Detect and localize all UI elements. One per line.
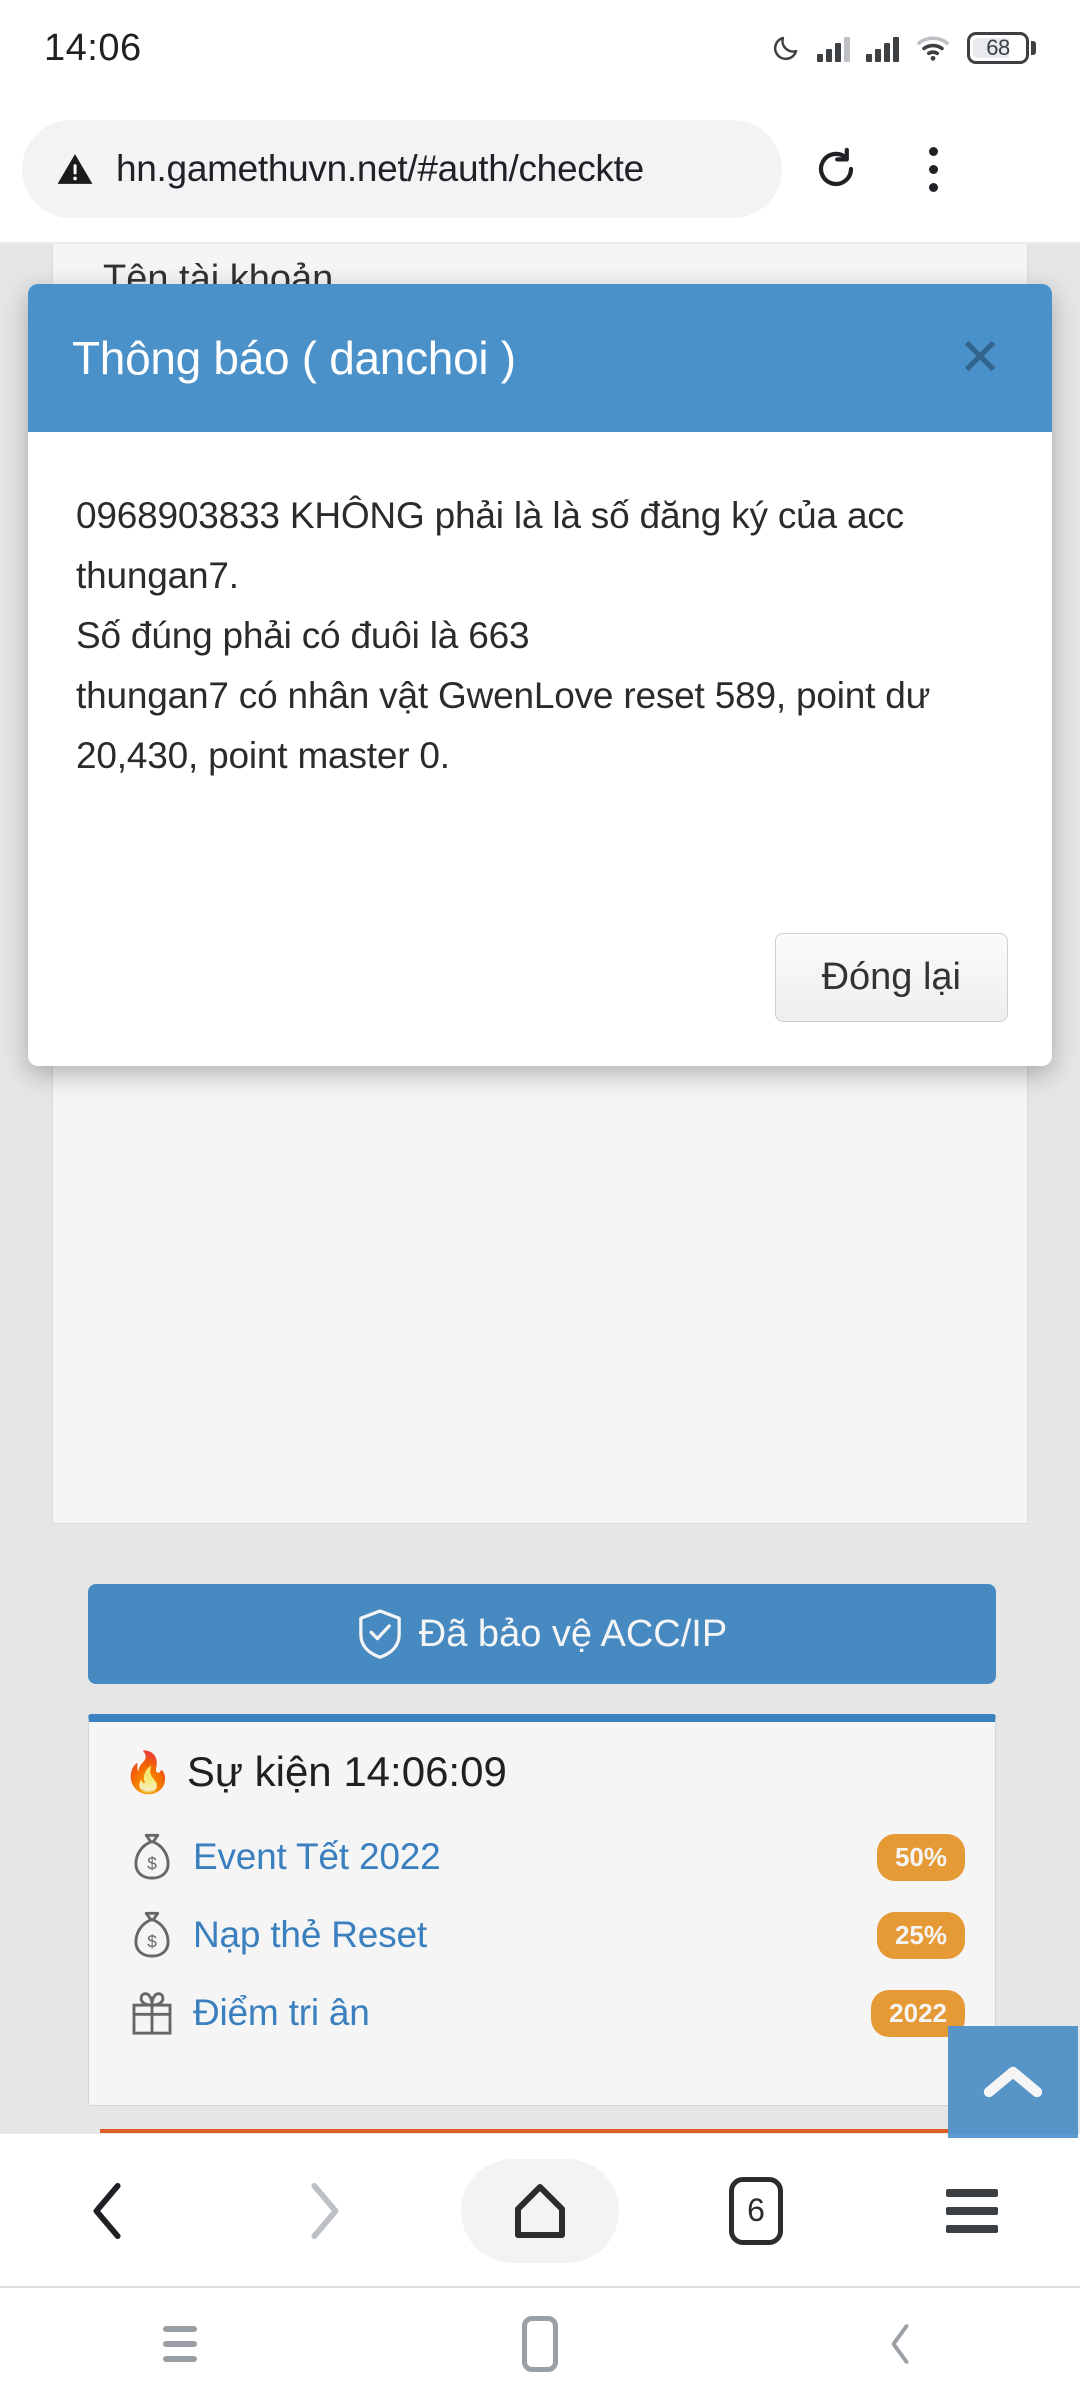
signal-icon [817, 34, 850, 62]
gift-icon [132, 1992, 172, 2035]
status-badge: 50% [876, 1833, 965, 1881]
browser-menu-bottom-button[interactable] [864, 2135, 1080, 2287]
reload-button[interactable] [782, 145, 890, 193]
status-bar-clock: 14:06 [44, 26, 142, 69]
event-link[interactable]: Điểm tri ân [193, 1992, 871, 2034]
phone-screen: 14:06 68 hn.gamethuvn.net/#auth/checkte … [0, 0, 1080, 2400]
browser-bottom-bar: 6 [0, 2134, 1080, 2286]
list-item[interactable]: Điểm tri ân 2022 [89, 1974, 995, 2052]
menu-line [946, 2206, 998, 2215]
android-back-button[interactable] [720, 2322, 1080, 2366]
list-item[interactable]: $ Event Tết 2022 50% [89, 1818, 995, 1896]
battery-icon: 68 [967, 32, 1036, 64]
moon-icon [773, 36, 798, 61]
browser-menu-button[interactable] [890, 146, 976, 192]
scroll-to-top-button[interactable] [948, 2026, 1078, 2138]
browser-toolbar: hn.gamethuvn.net/#auth/checkte [0, 96, 1080, 242]
modal-title: Thông báo ( danchoi ) [72, 332, 516, 384]
browser-home-button[interactable] [432, 2135, 648, 2287]
modal-line: thungan7 có nhân vật GwenLove reset 589,… [76, 674, 931, 776]
browser-back-button[interactable] [0, 2135, 216, 2287]
event-link[interactable]: Event Tết 2022 [193, 1836, 877, 1878]
recents-line [163, 2356, 197, 2362]
recents-icon [163, 2326, 197, 2362]
events-list: $ Event Tết 2022 50% $ Nạp thẻ Reset 25% [89, 1818, 995, 2052]
home-icon [515, 2183, 565, 2238]
close-icon[interactable]: ✕ [952, 332, 1008, 384]
modal-body: 0968903833 KHÔNG phải là là số đăng ký c… [28, 432, 1052, 933]
warning-triangle-icon [57, 154, 93, 184]
menu-line [946, 2224, 998, 2233]
android-recents-button[interactable] [0, 2326, 360, 2362]
android-home-button[interactable] [360, 2316, 720, 2372]
home-icon [522, 2316, 558, 2372]
recents-line [163, 2326, 197, 2332]
money-bag-icon: $ [134, 1911, 170, 1958]
svg-text:$: $ [147, 1853, 157, 1873]
modal-header: Thông báo ( danchoi ) ✕ [28, 284, 1052, 432]
kebab-dot [928, 146, 938, 156]
chevron-up-icon [983, 2066, 1043, 2098]
battery-percent: 68 [986, 35, 1010, 60]
events-title-text: Sự kiện 14:06:09 [186, 1748, 507, 1795]
wifi-icon [917, 36, 949, 61]
browser-forward-button[interactable] [216, 2135, 432, 2287]
list-item[interactable]: $ Nạp thẻ Reset 25% [89, 1896, 995, 1974]
protect-banner-text: Đã bảo vệ ACC/IP [418, 1612, 728, 1655]
events-card-title: 🔥 Sự kiện 14:06:09 [89, 1722, 995, 1796]
forward-icon [311, 2182, 339, 2239]
modal-line: 0968903833 KHÔNG phải là là số đăng ký c… [76, 495, 904, 596]
protect-acc-ip-banner[interactable]: Đã bảo vệ ACC/IP [88, 1584, 996, 1684]
browser-tabs-button[interactable]: 6 [648, 2135, 864, 2287]
shield-check-icon [359, 1609, 401, 1659]
tab-count-badge: 6 [729, 2176, 783, 2245]
kebab-dot [928, 164, 938, 174]
recents-line [163, 2341, 197, 2347]
status-bar: 14:06 68 [0, 0, 1080, 96]
back-icon [891, 2324, 909, 2364]
svg-text:$: $ [147, 1931, 157, 1951]
close-modal-button[interactable]: Đóng lại [774, 933, 1008, 1022]
back-icon [93, 2182, 121, 2239]
reload-icon [818, 147, 854, 186]
signal-icon [866, 34, 899, 62]
page-bottom-rule [100, 2129, 948, 2133]
url-text: hn.gamethuvn.net/#auth/checkte [116, 148, 644, 189]
events-card: 🔥 Sự kiện 14:06:09 $ Event Tết 2022 50% [88, 1714, 996, 2106]
status-badge: 25% [876, 1911, 965, 1959]
home-pill [461, 2158, 619, 2263]
flame-icon: 🔥 [123, 1750, 173, 1795]
money-bag-icon: $ [134, 1833, 170, 1880]
menu-icon [946, 2188, 998, 2233]
menu-line [946, 2188, 998, 2197]
modal-footer: Đóng lại [28, 933, 1052, 1066]
kebab-dot [928, 182, 938, 192]
android-navigation-bar [0, 2288, 1080, 2400]
status-bar-icons: 68 [771, 32, 1036, 64]
event-link[interactable]: Nạp thẻ Reset [193, 1914, 877, 1956]
modal-line: Số đúng phải có đuôi là 663 [76, 614, 530, 656]
address-bar[interactable]: hn.gamethuvn.net/#auth/checkte [22, 120, 782, 218]
notification-modal: Thông báo ( danchoi ) ✕ 0968903833 KHÔNG… [28, 284, 1052, 1066]
